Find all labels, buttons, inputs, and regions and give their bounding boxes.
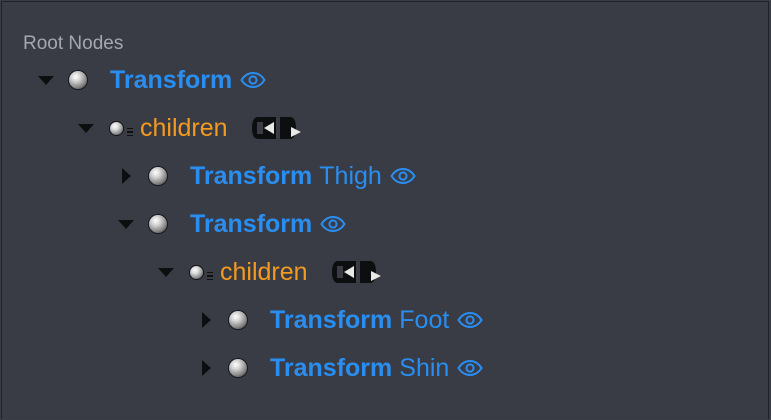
node-type-label: Transform [270, 305, 393, 334]
expand-toggle[interactable] [195, 357, 217, 379]
route-connect-icon[interactable] [250, 114, 308, 142]
expand-toggle[interactable] [115, 213, 137, 235]
field-sphere-icon [190, 264, 220, 281]
sphere-icon [149, 215, 167, 233]
expand-toggle[interactable] [195, 309, 217, 331]
expand-triangle-icon [201, 360, 211, 376]
route-connect-icon[interactable] [330, 258, 388, 286]
eye-icon[interactable] [320, 216, 346, 232]
field-sphere-icon [110, 120, 140, 137]
eye-icon[interactable] [457, 360, 483, 376]
expand-toggle[interactable] [115, 165, 137, 187]
collapse-triangle-icon [78, 123, 94, 133]
tree-row-transform-child[interactable]: Transform [115, 204, 346, 244]
node-name-label: Thigh [319, 161, 382, 190]
sphere-icon [149, 167, 167, 185]
collapse-triangle-icon [38, 75, 54, 85]
eye-icon[interactable] [240, 72, 266, 88]
node-name-label: Shin [399, 353, 450, 382]
tree-row-transform-thigh[interactable]: Transform Thigh [115, 156, 416, 196]
eye-icon[interactable] [457, 312, 483, 328]
expand-triangle-icon [121, 168, 131, 184]
root-nodes-heading: Root Nodes [23, 33, 124, 54]
field-name-label: children [220, 257, 308, 286]
tree-row-transform-shin[interactable]: Transform Shin [195, 348, 483, 388]
node-type-label: Transform [190, 161, 313, 190]
node-name-label: Foot [399, 305, 450, 334]
eye-icon[interactable] [390, 168, 416, 184]
collapse-triangle-icon [118, 219, 134, 229]
sphere-icon [229, 359, 247, 377]
sphere-icon [69, 71, 87, 89]
expand-toggle[interactable] [75, 117, 97, 139]
node-type-label: Transform [190, 209, 313, 238]
tree-row-transform-root[interactable]: Transform [35, 60, 266, 100]
expand-triangle-icon [201, 312, 211, 328]
tree-row-children-field[interactable]: children [155, 252, 388, 292]
node-type-label: Transform [110, 65, 233, 94]
scene-tree-panel: Root Nodes Transform children Transform … [1, 1, 769, 419]
expand-toggle[interactable] [35, 69, 57, 91]
field-name-label: children [140, 113, 228, 142]
tree-row-transform-foot[interactable]: Transform Foot [195, 300, 483, 340]
collapse-triangle-icon [158, 267, 174, 277]
sphere-icon [229, 311, 247, 329]
node-type-label: Transform [270, 353, 393, 382]
expand-toggle[interactable] [155, 261, 177, 283]
tree-row-children-field[interactable]: children [75, 108, 308, 148]
